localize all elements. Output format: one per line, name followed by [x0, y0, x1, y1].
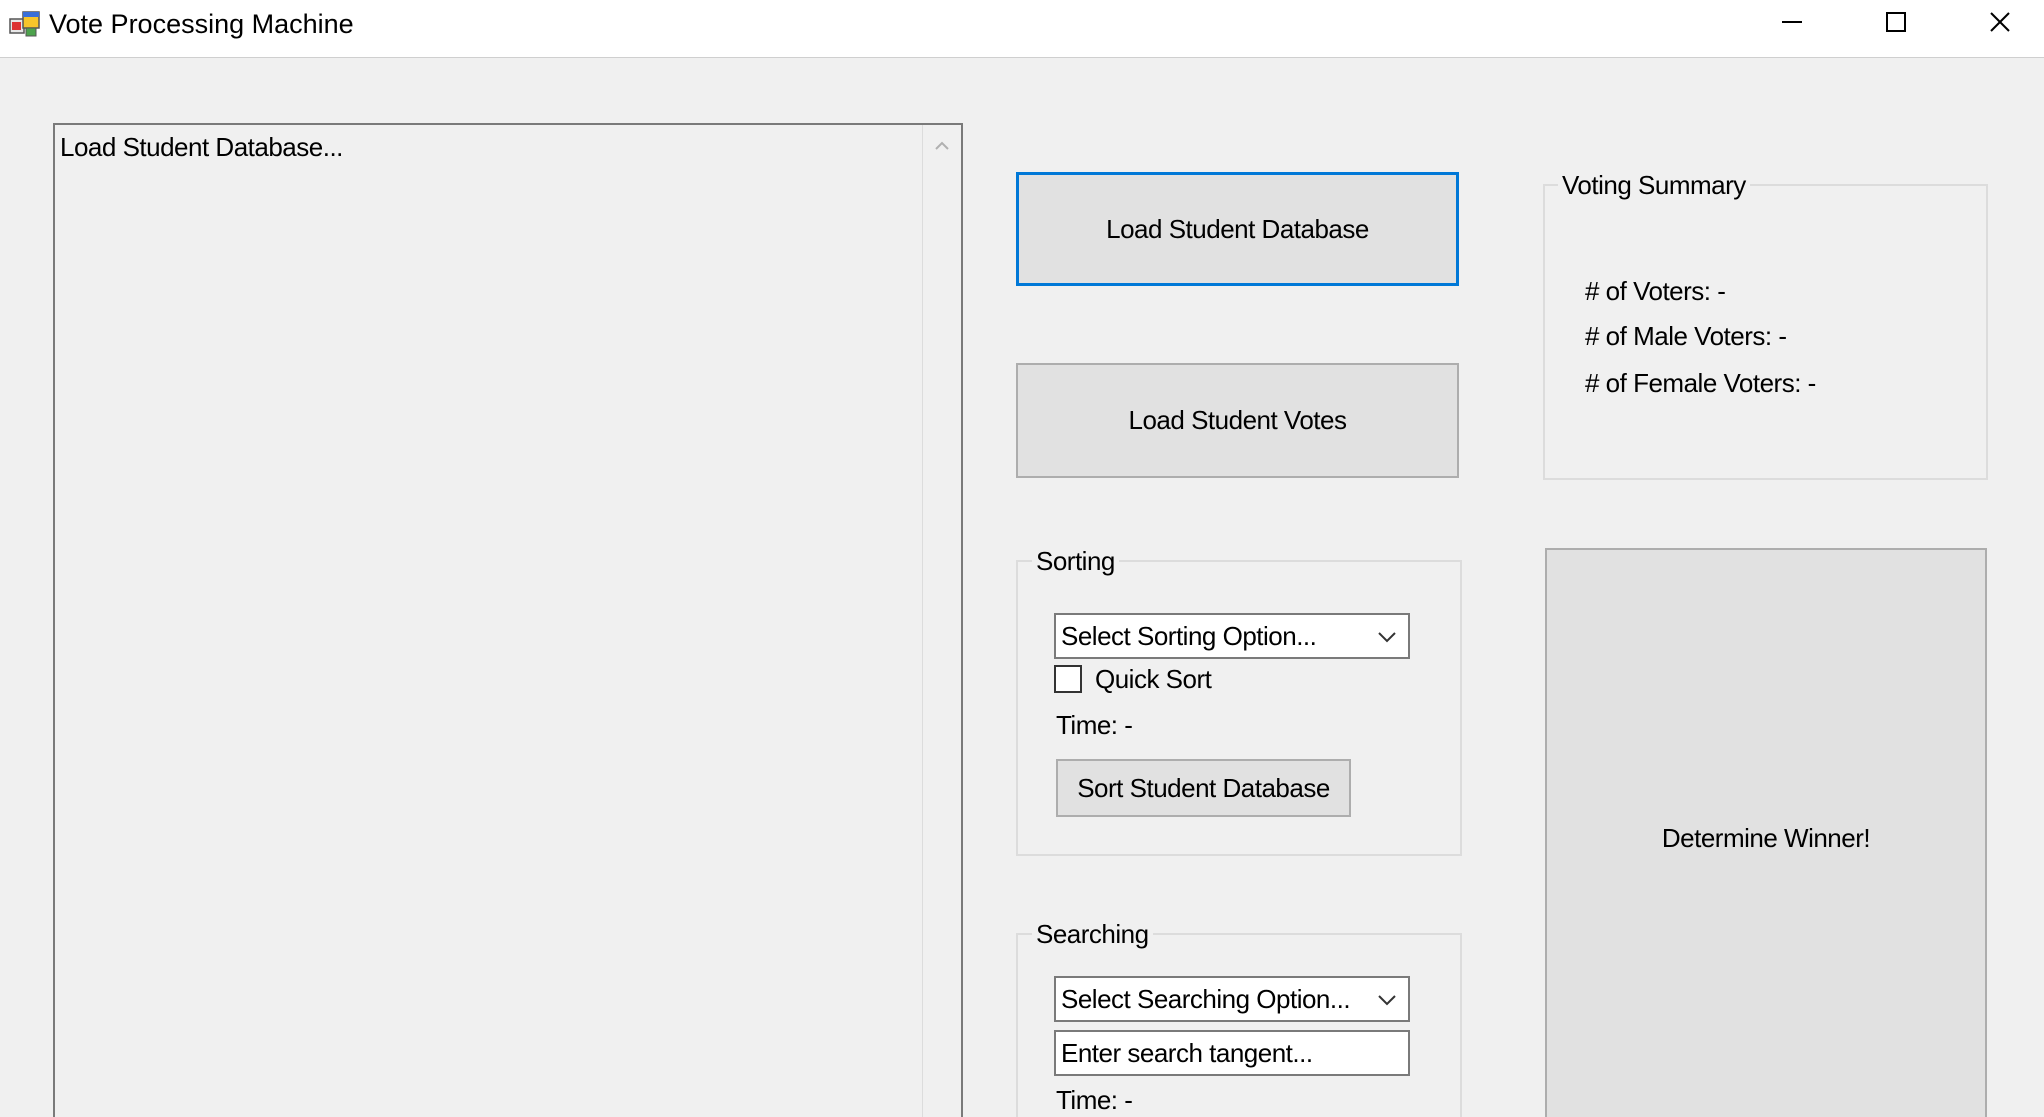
- minimize-button[interactable]: [1740, 0, 1844, 45]
- maximize-button[interactable]: [1844, 0, 1948, 45]
- load-database-label: Load Student Database: [1106, 213, 1369, 244]
- searching-select[interactable]: Select Searching Option...: [1054, 976, 1410, 1022]
- scroll-up-arrow-icon[interactable]: [933, 137, 951, 155]
- searching-title: Searching: [1032, 919, 1153, 949]
- load-database-button[interactable]: Load Student Database: [1016, 172, 1459, 286]
- sort-database-label: Sort Student Database: [1077, 772, 1330, 803]
- maximize-icon: [1886, 12, 1906, 32]
- sorting-time-label: Time: -: [1056, 710, 1133, 740]
- output-textbox[interactable]: Load Student Database...: [53, 123, 963, 1117]
- close-icon: [1990, 12, 2010, 32]
- determine-winner-button[interactable]: Determine Winner!: [1545, 548, 1987, 1117]
- male-voters-label: # of Male Voters: -: [1585, 321, 1787, 351]
- voting-summary-title: Voting Summary: [1558, 170, 1750, 200]
- determine-winner-label: Determine Winner!: [1661, 822, 1871, 853]
- sorting-select[interactable]: Select Sorting Option...: [1054, 613, 1410, 659]
- title-bar: Vote Processing Machine: [0, 0, 2044, 58]
- searching-select-value: Select Searching Option...: [1061, 984, 1351, 1014]
- quicksort-label: Quick Sort: [1095, 664, 1212, 694]
- app-icon: [9, 11, 40, 37]
- quicksort-checkbox[interactable]: [1054, 665, 1082, 693]
- vertical-scrollbar[interactable]: [922, 125, 961, 1117]
- output-text: Load Student Database...: [60, 132, 343, 162]
- sorting-select-value: Select Sorting Option...: [1061, 621, 1317, 651]
- load-votes-button[interactable]: Load Student Votes: [1016, 363, 1459, 478]
- female-voters-label: # of Female Voters: -: [1585, 368, 1816, 398]
- searching-time-label: Time: -: [1056, 1085, 1133, 1115]
- load-votes-label: Load Student Votes: [1128, 405, 1347, 435]
- close-button[interactable]: [1948, 0, 2044, 45]
- chevron-down-icon: [1378, 995, 1396, 1006]
- sort-database-button[interactable]: Sort Student Database: [1056, 759, 1351, 817]
- minimize-icon: [1782, 21, 1802, 23]
- sorting-title: Sorting: [1032, 546, 1119, 576]
- chevron-down-icon: [1378, 632, 1396, 643]
- voters-count-label: # of Voters: -: [1585, 276, 1726, 306]
- search-input-text: Enter search tangent...: [1061, 1038, 1313, 1068]
- search-input[interactable]: Enter search tangent...: [1054, 1030, 1410, 1076]
- app-window: Vote Processing Machine Load Student Dat…: [0, 0, 2044, 1117]
- window-title: Vote Processing Machine: [49, 9, 354, 39]
